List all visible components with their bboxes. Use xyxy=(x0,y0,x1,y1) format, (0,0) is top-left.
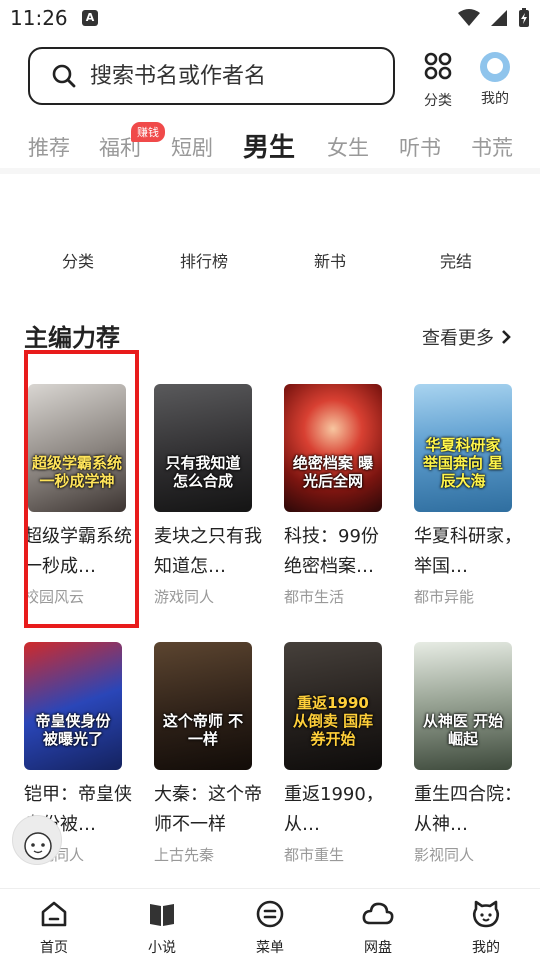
book-card[interactable]: 重返1990 从倒卖 国库券开始 重返1990，从… 都市重生 xyxy=(284,642,402,865)
search-bar[interactable] xyxy=(28,47,395,105)
book-card[interactable]: 华夏科研家 举国奔向 星辰大海 华夏科研家，举国… 都市异能 xyxy=(414,384,532,607)
nav-home-label: 首页 xyxy=(40,940,68,956)
search-input[interactable] xyxy=(90,63,380,89)
book-title: 科技：99份绝密档案… xyxy=(284,526,379,577)
cover-title: 绝密档案 曝光后全网 xyxy=(292,454,374,490)
book-title: 重生四合院：从神… xyxy=(414,784,522,835)
quick-nav-completed[interactable]: 完结 xyxy=(406,248,506,272)
quick-nav-ranking[interactable]: 排行榜 xyxy=(154,248,254,272)
book-card[interactable]: 只有我知道 怎么合成 麦块之只有我知道怎… 游戏同人 xyxy=(154,384,272,607)
category-button[interactable]: 分类 xyxy=(413,52,463,110)
status-icons xyxy=(458,8,530,28)
book-title: 麦块之只有我知道怎… xyxy=(154,526,262,577)
chevron-right-icon xyxy=(502,330,511,344)
book-title: 华夏科研家，举国… xyxy=(414,526,522,577)
profile-button[interactable]: 我的 xyxy=(470,52,520,108)
cover-title: 从神医 开始崛起 xyxy=(422,712,504,748)
floating-avatar[interactable] xyxy=(12,815,62,865)
tab-recommend[interactable]: 推荐 xyxy=(28,132,70,162)
book-cover: 从神医 开始崛起 xyxy=(414,642,512,770)
tab-book-shortage[interactable]: 书荒 xyxy=(471,132,513,162)
book-genre: 游戏同人 xyxy=(154,588,215,606)
cat-face-icon xyxy=(472,900,500,928)
nav-novel-label: 小说 xyxy=(148,940,176,956)
book-cover: 绝密档案 曝光后全网 xyxy=(284,384,382,512)
book-genre: 影视同人 xyxy=(414,846,475,864)
notification-a-icon: A xyxy=(82,10,98,26)
signal-icon xyxy=(491,10,507,26)
battery-icon xyxy=(519,8,529,27)
book-cover: 华夏科研家 举国奔向 星辰大海 xyxy=(414,384,512,512)
menu-icon xyxy=(256,900,284,928)
category-tabs: 推荐 福利 短剧 男生 女生 听书 书荒 xyxy=(0,124,540,168)
book-cover: 这个帝师 不一样 xyxy=(154,642,252,770)
book-card[interactable]: 这个帝师 不一样 大秦：这个帝师不一样 上古先秦 xyxy=(154,642,272,865)
earn-money-badge: 赚钱 xyxy=(131,122,165,142)
book-title: 重返1990，从… xyxy=(284,784,384,835)
avatar xyxy=(480,52,510,82)
profile-label: 我的 xyxy=(481,91,509,107)
cover-title: 只有我知道 怎么合成 xyxy=(165,454,241,490)
book-card[interactable]: 绝密档案 曝光后全网 科技：99份绝密档案… 都市生活 xyxy=(284,384,402,607)
cover-title: 帝皇侠身份 被曝光了 xyxy=(35,712,111,748)
section-title: 主编力荐 xyxy=(24,324,120,352)
bottom-nav: 首页 小说 菜单 网盘 我的 xyxy=(0,888,540,960)
nav-menu[interactable]: 菜单 xyxy=(230,899,310,957)
cover-title: 这个帝师 不一样 xyxy=(162,712,244,748)
quick-nav-new-books[interactable]: 新书 xyxy=(280,248,380,272)
book-icon xyxy=(150,904,174,926)
see-more-label: 查看更多 xyxy=(422,328,494,349)
book-card[interactable]: 从神医 开始崛起 重生四合院：从神… 影视同人 xyxy=(414,642,532,865)
tab-female[interactable]: 女生 xyxy=(327,132,369,162)
tab-audiobook[interactable]: 听书 xyxy=(399,132,441,162)
book-cover: 重返1990 从倒卖 国库券开始 xyxy=(284,642,382,770)
cartoon-face-icon xyxy=(24,832,52,860)
see-more-link[interactable]: 查看更多 xyxy=(422,324,512,350)
wifi-icon xyxy=(458,9,480,26)
quick-nav-category[interactable]: 分类 xyxy=(28,248,128,272)
book-genre: 都市异能 xyxy=(414,588,475,606)
nav-profile[interactable]: 我的 xyxy=(446,899,526,957)
book-genre: 都市重生 xyxy=(284,846,345,864)
book-genre: 都市生活 xyxy=(284,588,345,606)
search-icon xyxy=(52,64,76,88)
divider xyxy=(0,168,540,174)
book-title: 大秦：这个帝师不一样 xyxy=(154,784,262,835)
nav-menu-label: 菜单 xyxy=(256,940,284,956)
home-icon xyxy=(41,901,67,927)
book-cover: 帝皇侠身份 被曝光了 xyxy=(24,642,122,770)
book-cover: 只有我知道 怎么合成 xyxy=(154,384,252,512)
nav-cloud-drive-label: 网盘 xyxy=(364,940,392,956)
tab-male[interactable]: 男生 xyxy=(243,127,295,164)
status-time: 11:26 xyxy=(10,6,68,30)
status-bar: 11:26 A xyxy=(0,0,540,36)
nav-novel[interactable]: 小说 xyxy=(122,899,202,957)
grid-icon xyxy=(424,52,452,80)
book-genre: 上古先秦 xyxy=(154,846,215,864)
category-label: 分类 xyxy=(424,93,452,109)
selection-highlight xyxy=(24,350,139,628)
tab-short-drama[interactable]: 短剧 xyxy=(171,132,213,162)
cover-title: 重返1990 从倒卖 国库券开始 xyxy=(292,694,374,748)
cloud-icon xyxy=(362,902,394,925)
nav-cloud-drive[interactable]: 网盘 xyxy=(338,899,418,957)
nav-home[interactable]: 首页 xyxy=(14,899,94,957)
cover-title: 华夏科研家 举国奔向 星辰大海 xyxy=(422,436,504,490)
nav-profile-label: 我的 xyxy=(472,940,500,956)
